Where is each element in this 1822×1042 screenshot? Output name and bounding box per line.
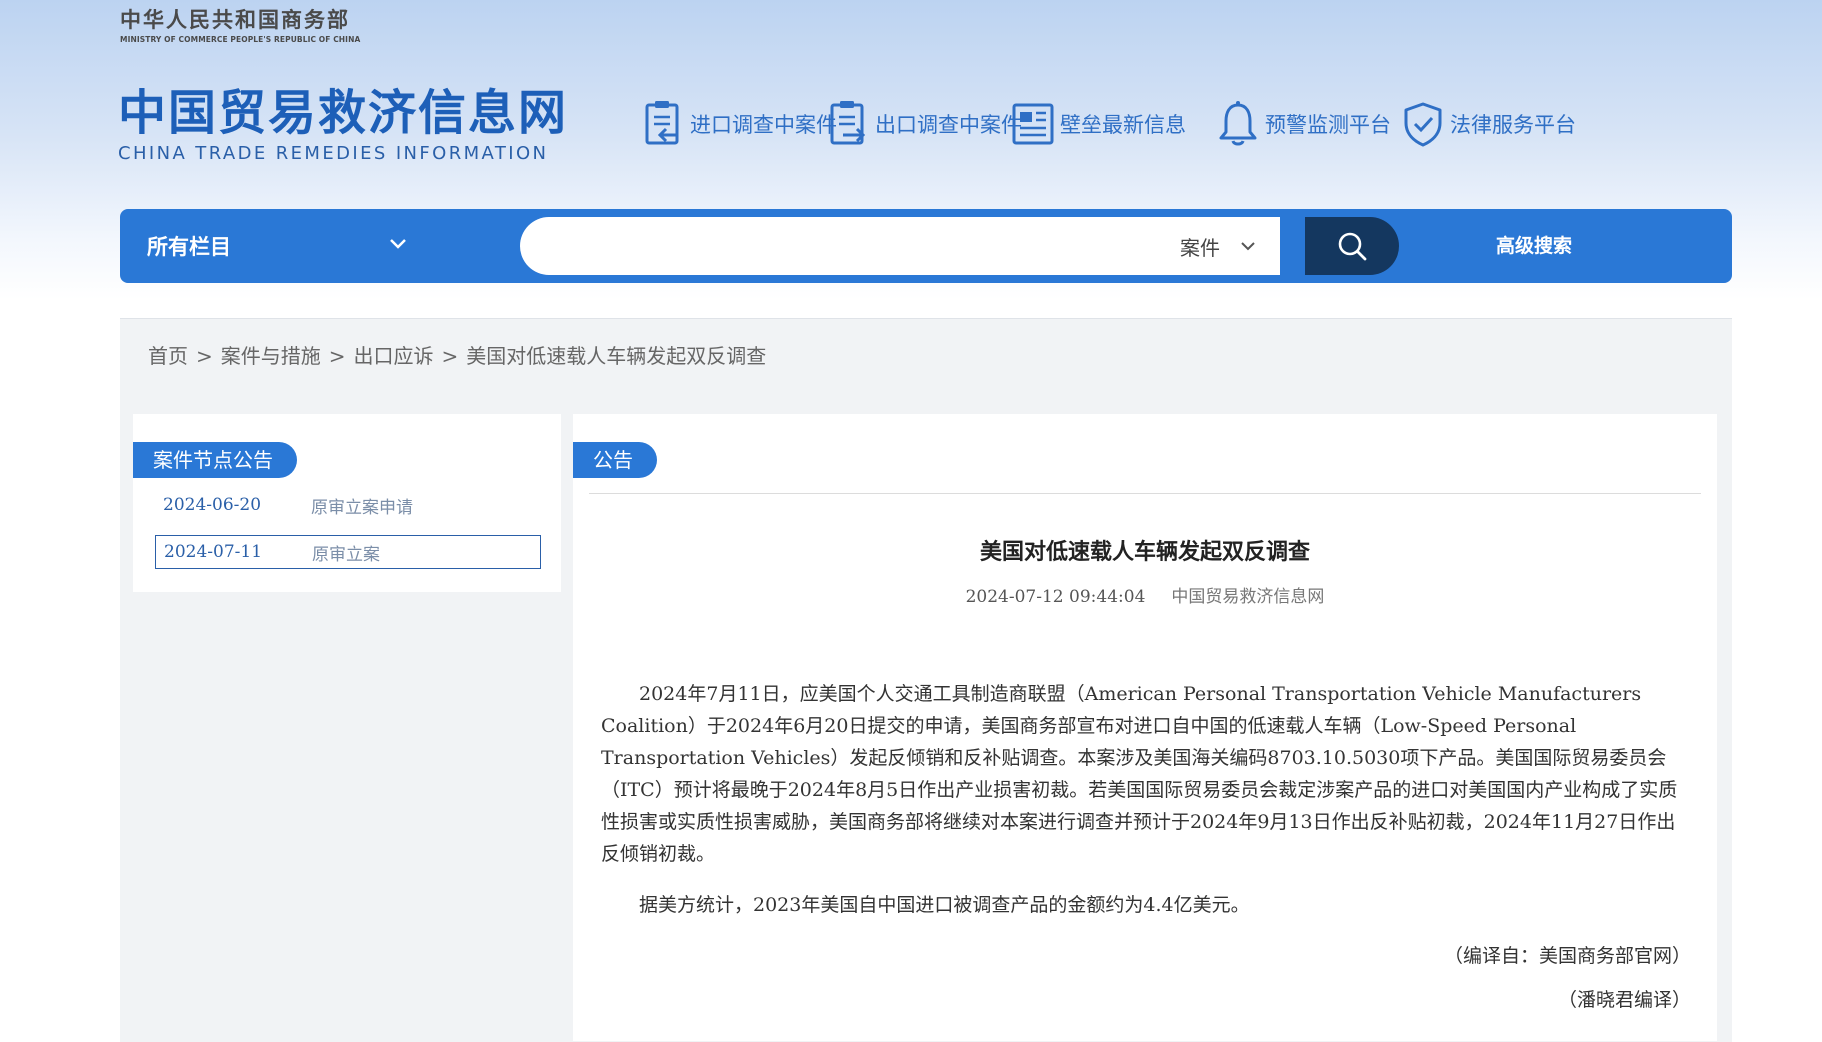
news-icon [1012,103,1054,145]
article-paragraph: 2024年7月11日，应美国个人交通工具制造商联盟（American Perso… [601,683,1678,865]
article-credit-source: （编译自：美国商务部官网） [1443,945,1691,967]
announcement-tab[interactable]: 公告 [573,442,657,478]
breadcrumb-home[interactable]: 首页 [148,344,188,368]
ministry-logo[interactable]: 中华人民共和国商务部 MINISTRY OF COMMERCE PEOPLE'S… [120,4,360,44]
type-select[interactable]: 案件 [1180,217,1300,275]
article-source: 中国贸易救济信息网 [1171,587,1325,607]
article-body: 2024年7月11日，应美国个人交通工具制造商联盟（American Perso… [601,678,1691,1028]
article-title: 美国对低速载人车辆发起双反调查 [979,539,1310,565]
type-select-label: 案件 [1180,235,1220,260]
case-node-panel: 案件节点公告 2024-06-20 原审立案申请 2024-07-11 原审立案 [133,414,561,592]
advanced-search-link[interactable]: 高级搜索 [1496,209,1572,283]
search-input[interactable] [520,217,1280,275]
bell-icon [1219,101,1257,146]
export-case-icon [830,101,866,145]
shield-check-icon [1404,102,1442,147]
breadcrumb-current: 美国对低速载人车辆发起双反调查 [466,344,767,368]
case-node-item-selected[interactable]: 2024-07-11 原审立案 [155,535,541,569]
case-node-date: 2024-06-20 [163,495,262,515]
case-node-name: 原审立案申请 [311,497,413,518]
search-button[interactable] [1305,217,1399,275]
nav-barrier-news-label: 壁垒最新信息 [1060,113,1186,137]
breadcrumb-separator: > [441,344,459,368]
search-bar: 所有栏目 案件 高级搜索 [120,209,1732,283]
import-case-icon [645,101,679,145]
breadcrumb-separator: > [328,344,346,368]
search-icon [1338,232,1367,261]
nav-warning-platform[interactable]: 预警监测平台 [1215,98,1391,150]
breadcrumb: 首页 > 案件与措施 > 出口应诉 > 美国对低速载人车辆发起双反调查 [148,340,774,369]
nav-barrier-news[interactable]: 壁垒最新信息 [1010,98,1186,150]
chevron-down-icon [1241,242,1255,251]
chevron-down-icon [390,239,406,249]
site-logo[interactable]: 中国贸易救济信息网 CHINA TRADE REMEDIES INFORMATI… [118,84,568,164]
article-datetime: 2024-07-12 09:44:04 [965,587,1146,607]
ministry-name-cn: 中华人民共和国商务部 [120,8,350,32]
breadcrumb-cases-measures[interactable]: 案件与措施 [221,344,321,368]
scope-select[interactable]: 所有栏目 [120,209,520,283]
nav-export-cases-label: 出口调查中案件 [875,113,1022,137]
nav-import-cases-label: 进口调查中案件 [690,113,837,137]
case-node-item[interactable]: 2024-06-20 原审立案申请 [155,488,541,522]
article-paragraph: 据美方统计，2023年美国自中国进口被调查产品的金额约为4.4亿美元。 [639,894,1250,916]
case-node-tab[interactable]: 案件节点公告 [133,442,297,478]
nav-legal-platform[interactable]: 法律服务平台 [1400,98,1576,150]
article-meta: 2024-07-12 09:44:04 中国贸易救济信息网 [573,582,1717,607]
scope-select-label: 所有栏目 [147,234,231,259]
announcement-panel: 公告 美国对低速载人车辆发起双反调查 2024-07-12 09:44:04 中国… [573,414,1717,1041]
article-credit-editor: （潘晓君编译） [1557,989,1691,1011]
divider [589,493,1701,494]
breadcrumb-separator: > [196,344,213,368]
nav-warning-platform-label: 预警监测平台 [1265,113,1391,137]
case-node-name: 原审立案 [312,544,380,565]
site-name-cn: 中国贸易救济信息网 [118,85,569,141]
nav-import-cases[interactable]: 进口调查中案件 [640,98,837,150]
case-node-date: 2024-07-11 [164,542,263,562]
site-name-en: CHINA TRADE REMEDIES INFORMATION [118,143,549,164]
ministry-name-en: MINISTRY OF COMMERCE PEOPLE'S REPUBLIC O… [120,35,361,44]
breadcrumb-export-response[interactable]: 出口应诉 [354,344,434,368]
nav-legal-platform-label: 法律服务平台 [1450,113,1576,137]
nav-export-cases[interactable]: 出口调查中案件 [825,98,1022,150]
